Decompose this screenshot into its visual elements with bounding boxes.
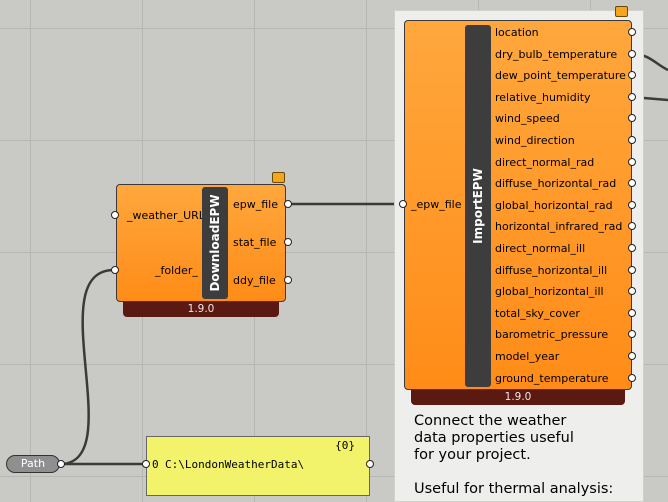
- port-output-wind-direction[interactable]: [628, 136, 636, 144]
- downloadepw-component[interactable]: _weather_URL _folder_ DownloadEPW epw_fi…: [116, 184, 286, 302]
- port-path-out[interactable]: [57, 460, 65, 468]
- note-line-1: Connect the weather: [414, 413, 567, 429]
- output-label-diffuse-horizontal-ill: diffuse_horizontal_ill: [495, 263, 608, 277]
- port-output-dry-bulb-temperature[interactable]: [628, 49, 636, 58]
- output-label-global-horizontal-rad: global_horizontal_rad: [495, 198, 613, 212]
- input-weather-url-label: _weather_URL: [127, 209, 205, 222]
- importepw-component[interactable]: _epw_file ImportEPW location dry_bulb_tem…: [404, 20, 632, 390]
- output-label-dry-bulb-temperature: dry_bulb_temperature: [495, 47, 618, 61]
- port-ddy-file[interactable]: [284, 276, 292, 284]
- panel-value: C:\LondonWeatherData\: [165, 458, 305, 471]
- output-label-ground-temperature: ground_temperature: [495, 371, 609, 385]
- importepw-version: 1.9.0: [411, 390, 625, 405]
- port-panel-in[interactable]: [142, 460, 150, 468]
- port-weather-url[interactable]: [111, 211, 119, 219]
- port-output-direct-normal-ill[interactable]: [628, 244, 636, 252]
- input-folder-label: _folder_: [155, 264, 198, 277]
- output-label-global-horizontal-ill: global_horizontal_ill: [495, 285, 604, 299]
- input-epw-file-label: _epw_file: [411, 198, 462, 211]
- output-label-dew-point-temperature: dew_point_temperature: [495, 69, 626, 83]
- wire-path-to-folder: [59, 268, 115, 466]
- port-output-global-horizontal-rad[interactable]: [628, 200, 636, 209]
- port-output-total-sky-cover[interactable]: [628, 308, 636, 317]
- importepw-name: ImportEPW: [471, 168, 485, 244]
- importepw-name-bar: ImportEPW: [465, 25, 491, 387]
- port-output-diffuse-horizontal-ill[interactable]: [628, 265, 636, 274]
- output-label-wind-direction: wind_direction: [495, 134, 575, 147]
- output-label-wind-speed: wind_speed: [495, 112, 560, 126]
- output-label-direct-normal-rad: direct_normal_rad: [495, 155, 595, 169]
- folder-path-panel[interactable]: {0} 0 C:\LondonWeatherData\: [146, 436, 370, 496]
- note-line-4: Useful for thermal analysis:: [414, 481, 614, 497]
- downloadepw-name: DownloadEPW: [208, 194, 222, 292]
- note-line-3: for your project.: [414, 447, 531, 463]
- port-output-relative-humidity[interactable]: [628, 92, 636, 101]
- downloadepw-version: 1.9.0: [123, 302, 279, 317]
- output-epw-file-label: epw_file: [233, 198, 278, 211]
- panel-index-tag: {0}: [335, 439, 355, 452]
- importepw-message-icon[interactable]: [615, 6, 628, 17]
- output-label-relative-humidity: relative_humidity: [495, 90, 591, 104]
- port-import-epw-file[interactable]: [399, 200, 407, 208]
- port-output-location[interactable]: [628, 28, 636, 36]
- output-label-total-sky-cover: total_sky_cover: [495, 306, 580, 320]
- port-stat-file[interactable]: [284, 238, 292, 246]
- output-label-diffuse-horizontal-rad: diffuse_horizontal_rad: [495, 177, 617, 191]
- downloadepw-name-bar: DownloadEPW: [202, 187, 228, 299]
- output-label-horizontal-infrared-rad: horizontal_infrared_rad: [495, 220, 623, 234]
- note-line-2: data properties useful: [414, 430, 574, 446]
- port-output-direct-normal-rad[interactable]: [628, 157, 636, 166]
- output-label-barometric-pressure: barometric_pressure: [495, 328, 609, 342]
- output-ddy-file-label: ddy_file: [233, 274, 276, 287]
- port-output-ground-temperature[interactable]: [628, 373, 636, 382]
- port-output-model-year[interactable]: [628, 352, 636, 360]
- path-parameter[interactable]: Path: [6, 455, 60, 473]
- output-label-direct-normal-ill: direct_normal_ill: [495, 242, 586, 255]
- port-panel-out[interactable]: [366, 460, 374, 468]
- output-label-model-year: model_year: [495, 350, 560, 363]
- output-stat-file-label: stat_file: [233, 236, 277, 249]
- output-label-location: location: [495, 26, 539, 39]
- panel-row-index: 0: [152, 458, 159, 471]
- downloadepw-message-icon[interactable]: [272, 172, 285, 183]
- port-epw-file[interactable]: [284, 200, 292, 208]
- port-folder[interactable]: [111, 266, 119, 274]
